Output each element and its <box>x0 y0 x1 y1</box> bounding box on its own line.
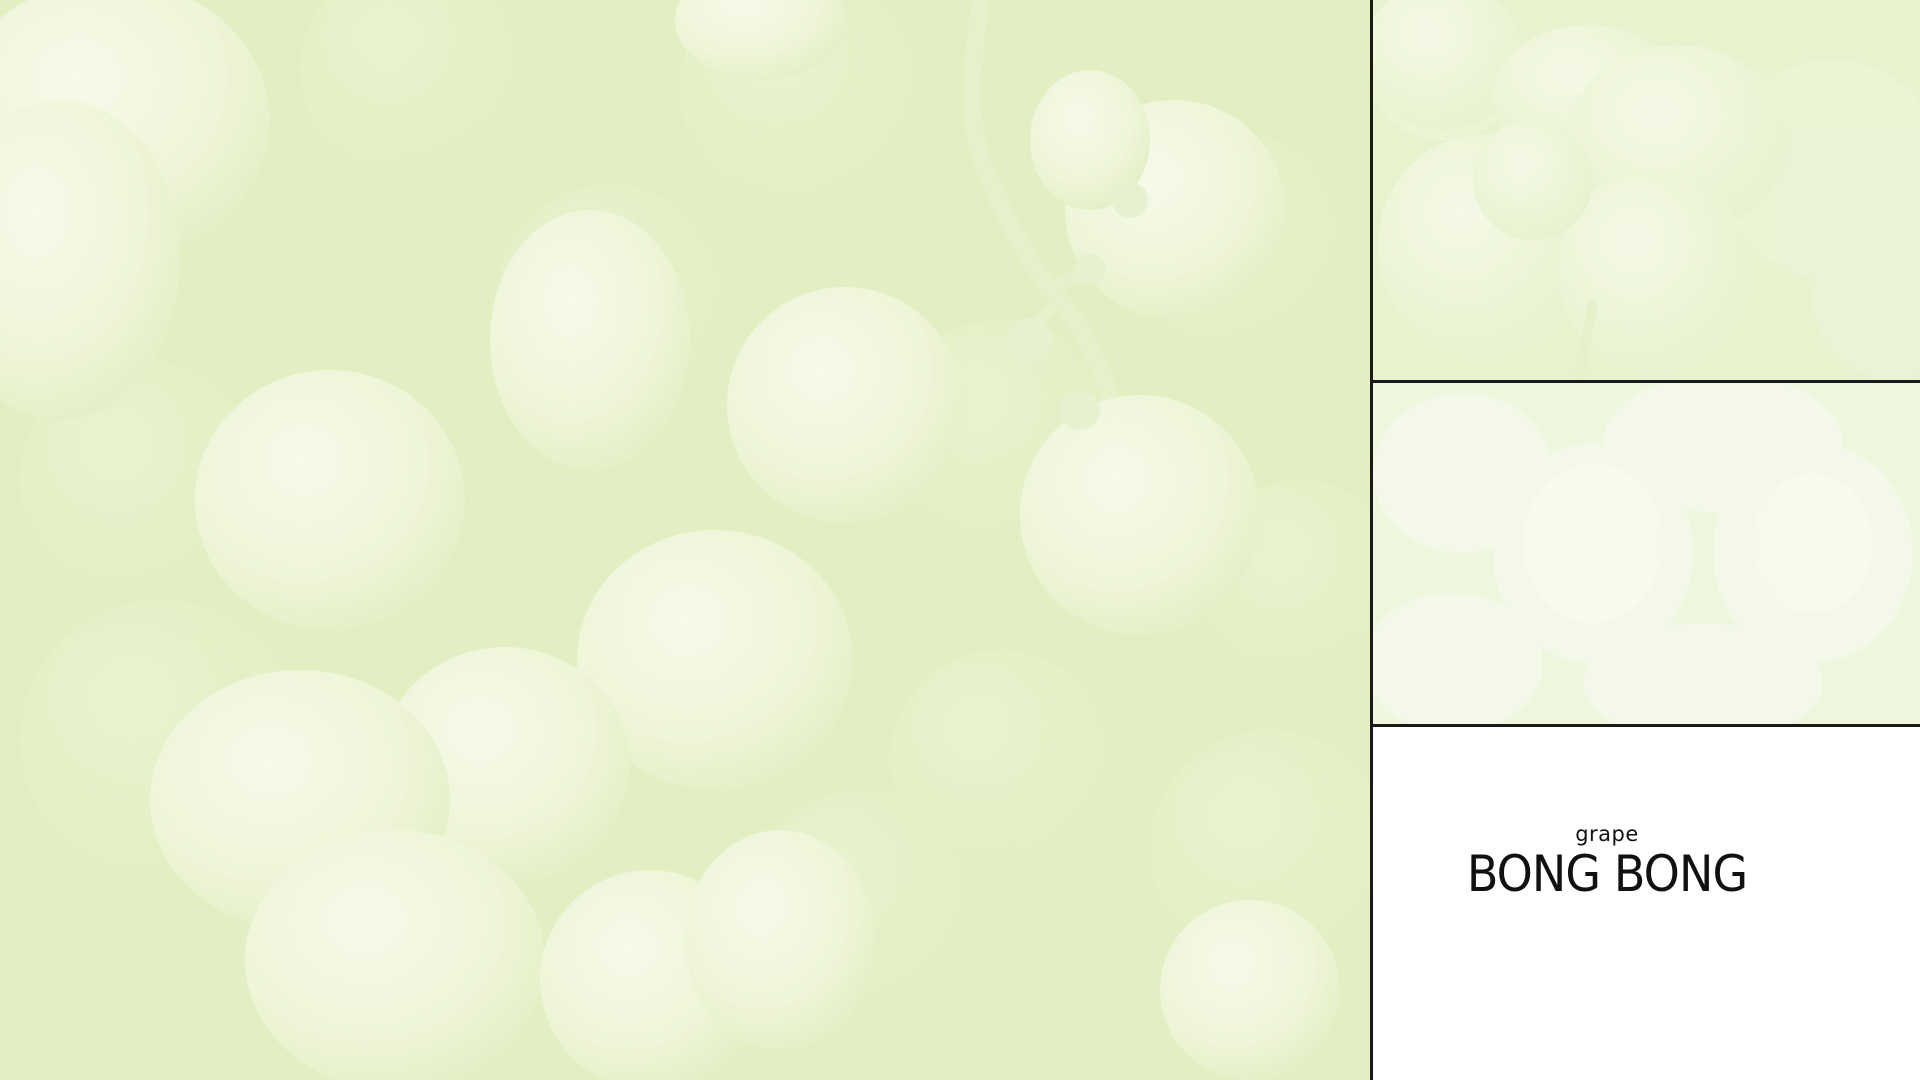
poster-page: grape BONG BONG <box>0 0 1920 1080</box>
brand-subtitle: grape <box>1575 822 1639 846</box>
vertical-divider <box>1370 0 1373 1080</box>
brand-title: BONG BONG <box>1466 845 1748 903</box>
grape-cluster-illustration <box>0 0 1370 1080</box>
grape-photo-middle-right <box>1373 383 1920 724</box>
grape-photo-main <box>0 0 1370 1080</box>
horizontal-divider-top <box>1370 380 1920 383</box>
grape-detail-illustration <box>1373 0 1920 380</box>
brand-title-panel: grape BONG BONG <box>1373 727 1920 1080</box>
grape-soft-focus-illustration <box>1373 383 1913 724</box>
grape-photo-top-right <box>1373 0 1920 380</box>
horizontal-divider-bottom <box>1370 724 1920 727</box>
brand-title-block: grape BONG BONG <box>1447 822 1767 902</box>
